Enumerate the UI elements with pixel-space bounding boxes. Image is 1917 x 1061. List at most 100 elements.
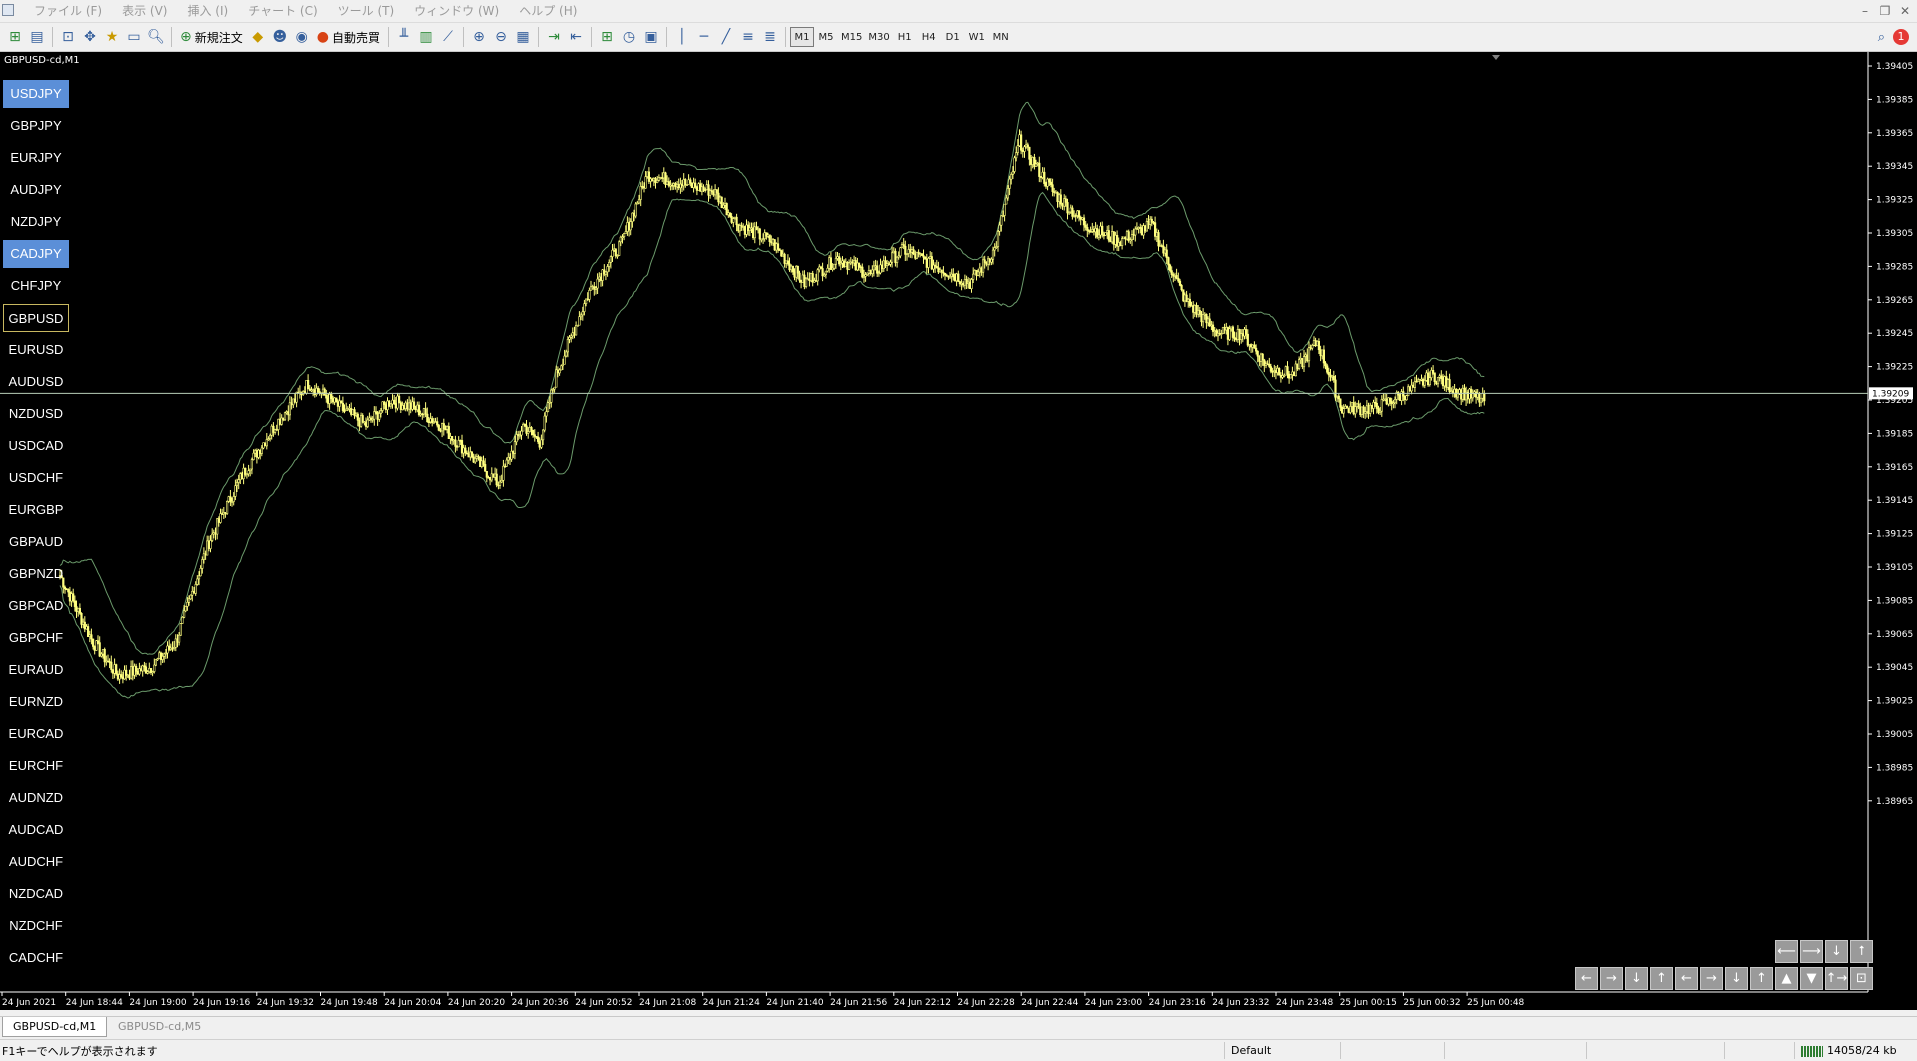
autoscroll-icon[interactable]: ⇥ bbox=[543, 26, 565, 48]
chart-area[interactable]: 1.39405 1.39385 1.39365 1.39345 1.39325 1.393… bbox=[0, 52, 1917, 1010]
search-icon[interactable]: ⌕ bbox=[1878, 30, 1885, 45]
symbol-button-usdjpy[interactable]: USDJPY bbox=[3, 80, 69, 108]
new-order-button[interactable]: ⊕ 新規注文 bbox=[176, 26, 247, 48]
minimize-icon[interactable]: – bbox=[1857, 0, 1873, 22]
symbol-button-usdchf[interactable]: USDCHF bbox=[3, 464, 69, 492]
symbol-button-eurnzd[interactable]: EURNZD bbox=[3, 688, 69, 716]
notification-badge[interactable]: 1 bbox=[1893, 29, 1909, 45]
close-icon[interactable]: ✕ bbox=[1897, 0, 1913, 22]
symbol-button-chfjpy[interactable]: CHFJPY bbox=[3, 272, 69, 300]
new-chart-icon[interactable]: ⊞ bbox=[4, 26, 26, 48]
symbol-button-nzdjpy[interactable]: NZDJPY bbox=[3, 208, 69, 236]
candlestick-icon[interactable]: ▥ bbox=[415, 26, 437, 48]
symbol-button-nzdcad[interactable]: NZDCAD bbox=[3, 880, 69, 908]
symbol-button-gbpjpy[interactable]: GBPJPY bbox=[3, 112, 69, 140]
line-chart-icon[interactable]: ⟋ bbox=[437, 26, 459, 48]
symbol-button-cadchf[interactable]: CADCHF bbox=[3, 944, 69, 972]
timeframe-w1[interactable]: W1 bbox=[965, 27, 989, 47]
symbol-button-audchf[interactable]: AUDCHF bbox=[3, 848, 69, 876]
menu-window[interactable]: ウィンドウ (W) bbox=[404, 0, 509, 22]
nav-button[interactable]: ↑ bbox=[1750, 967, 1773, 990]
menu-view[interactable]: 表示 (V) bbox=[112, 0, 177, 22]
navigator-icon[interactable]: ★ bbox=[101, 26, 123, 48]
cursor-icon[interactable]: │ bbox=[671, 26, 693, 48]
nav-button[interactable]: ↓ bbox=[1825, 940, 1848, 963]
crosshair-icon[interactable]: ─ bbox=[693, 26, 715, 48]
timeframe-m15[interactable]: M15 bbox=[838, 27, 865, 47]
nav-button[interactable]: → bbox=[1700, 967, 1723, 990]
menu-chart[interactable]: チャート (C) bbox=[238, 0, 327, 22]
timeframe-h1[interactable]: H1 bbox=[893, 27, 917, 47]
chart-tab-m5[interactable]: GBPUSD-cd,M5 bbox=[108, 1017, 211, 1037]
fibonacci-icon[interactable]: ≣ bbox=[759, 26, 781, 48]
signals-icon[interactable]: ☻ bbox=[269, 26, 291, 48]
timeframe-m30[interactable]: M30 bbox=[865, 27, 892, 47]
timeframe-m5[interactable]: M5 bbox=[814, 27, 838, 47]
symbol-button-eurchf[interactable]: EURCHF bbox=[3, 752, 69, 780]
symbol-button-gbpnzd[interactable]: GBPNZD bbox=[3, 560, 69, 588]
symbol-button-eurgbp[interactable]: EURGBP bbox=[3, 496, 69, 524]
symbol-button-gbpchf[interactable]: GBPCHF bbox=[3, 624, 69, 652]
zoom-in-icon[interactable]: ⊕ bbox=[468, 26, 490, 48]
bar-chart-icon[interactable]: ╨ bbox=[393, 26, 415, 48]
time-tick-label: 24 Jun 21:24 bbox=[703, 998, 760, 1008]
trendline-icon[interactable]: ╱ bbox=[715, 26, 737, 48]
symbol-button-gbpusd[interactable]: GBPUSD bbox=[3, 304, 69, 332]
time-tick-label: 24 Jun 22:28 bbox=[958, 998, 1015, 1008]
chart-tab-m1[interactable]: GBPUSD-cd,M1 bbox=[2, 1017, 108, 1037]
menu-file[interactable]: ファイル (F) bbox=[24, 0, 112, 22]
zoom-out-icon[interactable]: ⊖ bbox=[490, 26, 512, 48]
timeframe-m1[interactable]: M1 bbox=[789, 27, 814, 47]
nav-button[interactable]: ▲ bbox=[1775, 967, 1798, 990]
nav-button[interactable]: ⟶ bbox=[1800, 940, 1823, 963]
data-window-icon[interactable]: ✥ bbox=[79, 26, 101, 48]
horizontal-line-icon[interactable]: ≡ bbox=[737, 26, 759, 48]
nav-button[interactable]: ↑→ bbox=[1825, 967, 1848, 990]
nav-button[interactable]: → bbox=[1600, 967, 1623, 990]
auto-trading-button[interactable]: ● 自動売買 bbox=[313, 26, 384, 48]
restore-icon[interactable]: ❐ bbox=[1877, 0, 1893, 22]
symbol-button-nzdchf[interactable]: NZDCHF bbox=[3, 912, 69, 940]
menu-insert[interactable]: 挿入 (I) bbox=[177, 0, 238, 22]
vps-icon[interactable]: ◉ bbox=[291, 26, 313, 48]
symbol-button-nzdusd[interactable]: NZDUSD bbox=[3, 400, 69, 428]
timeframe-d1[interactable]: D1 bbox=[941, 27, 965, 47]
nav-button[interactable]: ← bbox=[1575, 967, 1598, 990]
nav-button[interactable]: ▼ bbox=[1800, 967, 1823, 990]
timeframe-h4[interactable]: H4 bbox=[917, 27, 941, 47]
nav-button[interactable]: ↓ bbox=[1725, 967, 1748, 990]
symbol-button-audnzd[interactable]: AUDNZD bbox=[3, 784, 69, 812]
tile-windows-icon[interactable]: ▦ bbox=[512, 26, 534, 48]
symbol-button-eurjpy[interactable]: EURJPY bbox=[3, 144, 69, 172]
symbol-button-eurusd[interactable]: EURUSD bbox=[3, 336, 69, 364]
templates-icon[interactable]: ▣ bbox=[640, 26, 662, 48]
menu-help[interactable]: ヘルプ (H) bbox=[509, 0, 587, 22]
strategy-tester-icon[interactable]: 🔍︎ bbox=[145, 26, 167, 48]
nav-button[interactable]: ⭡ bbox=[1850, 940, 1873, 963]
terminal-icon[interactable]: ▭ bbox=[123, 26, 145, 48]
symbol-button-audjpy[interactable]: AUDJPY bbox=[3, 176, 69, 204]
symbol-button-usdcad[interactable]: USDCAD bbox=[3, 432, 69, 460]
profiles-icon[interactable]: ▤ bbox=[26, 26, 48, 48]
menu-tools[interactable]: ツール (T) bbox=[328, 0, 405, 22]
symbol-button-cadjpy[interactable]: CADJPY bbox=[3, 240, 69, 268]
nav-button[interactable]: ↑ bbox=[1650, 967, 1673, 990]
symbol-button-audusd[interactable]: AUDUSD bbox=[3, 368, 69, 396]
nav-button[interactable]: ⊡ bbox=[1850, 967, 1873, 990]
indicators-icon[interactable]: ⊞ bbox=[596, 26, 618, 48]
symbol-button-gbpcad[interactable]: GBPCAD bbox=[3, 592, 69, 620]
market-watch-icon[interactable]: ⊡ bbox=[57, 26, 79, 48]
candle-body bbox=[976, 271, 980, 276]
timeframe-mn[interactable]: MN bbox=[989, 27, 1013, 47]
symbol-button-eurcad[interactable]: EURCAD bbox=[3, 720, 69, 748]
nav-button[interactable]: ↓ bbox=[1625, 967, 1648, 990]
periods-icon[interactable]: ◷ bbox=[618, 26, 640, 48]
price-chart[interactable]: 1.39405 1.39385 1.39365 1.39345 1.39325 1.393… bbox=[0, 52, 1917, 1010]
chart-shift-icon[interactable]: ⇤ bbox=[565, 26, 587, 48]
metaeditor-icon[interactable]: ◆ bbox=[247, 26, 269, 48]
nav-button[interactable]: ← bbox=[1675, 967, 1698, 990]
symbol-button-euraud[interactable]: EURAUD bbox=[3, 656, 69, 684]
nav-button[interactable]: ⟵ bbox=[1775, 940, 1798, 963]
symbol-button-audcad[interactable]: AUDCAD bbox=[3, 816, 69, 844]
symbol-button-gbpaud[interactable]: GBPAUD bbox=[3, 528, 69, 556]
